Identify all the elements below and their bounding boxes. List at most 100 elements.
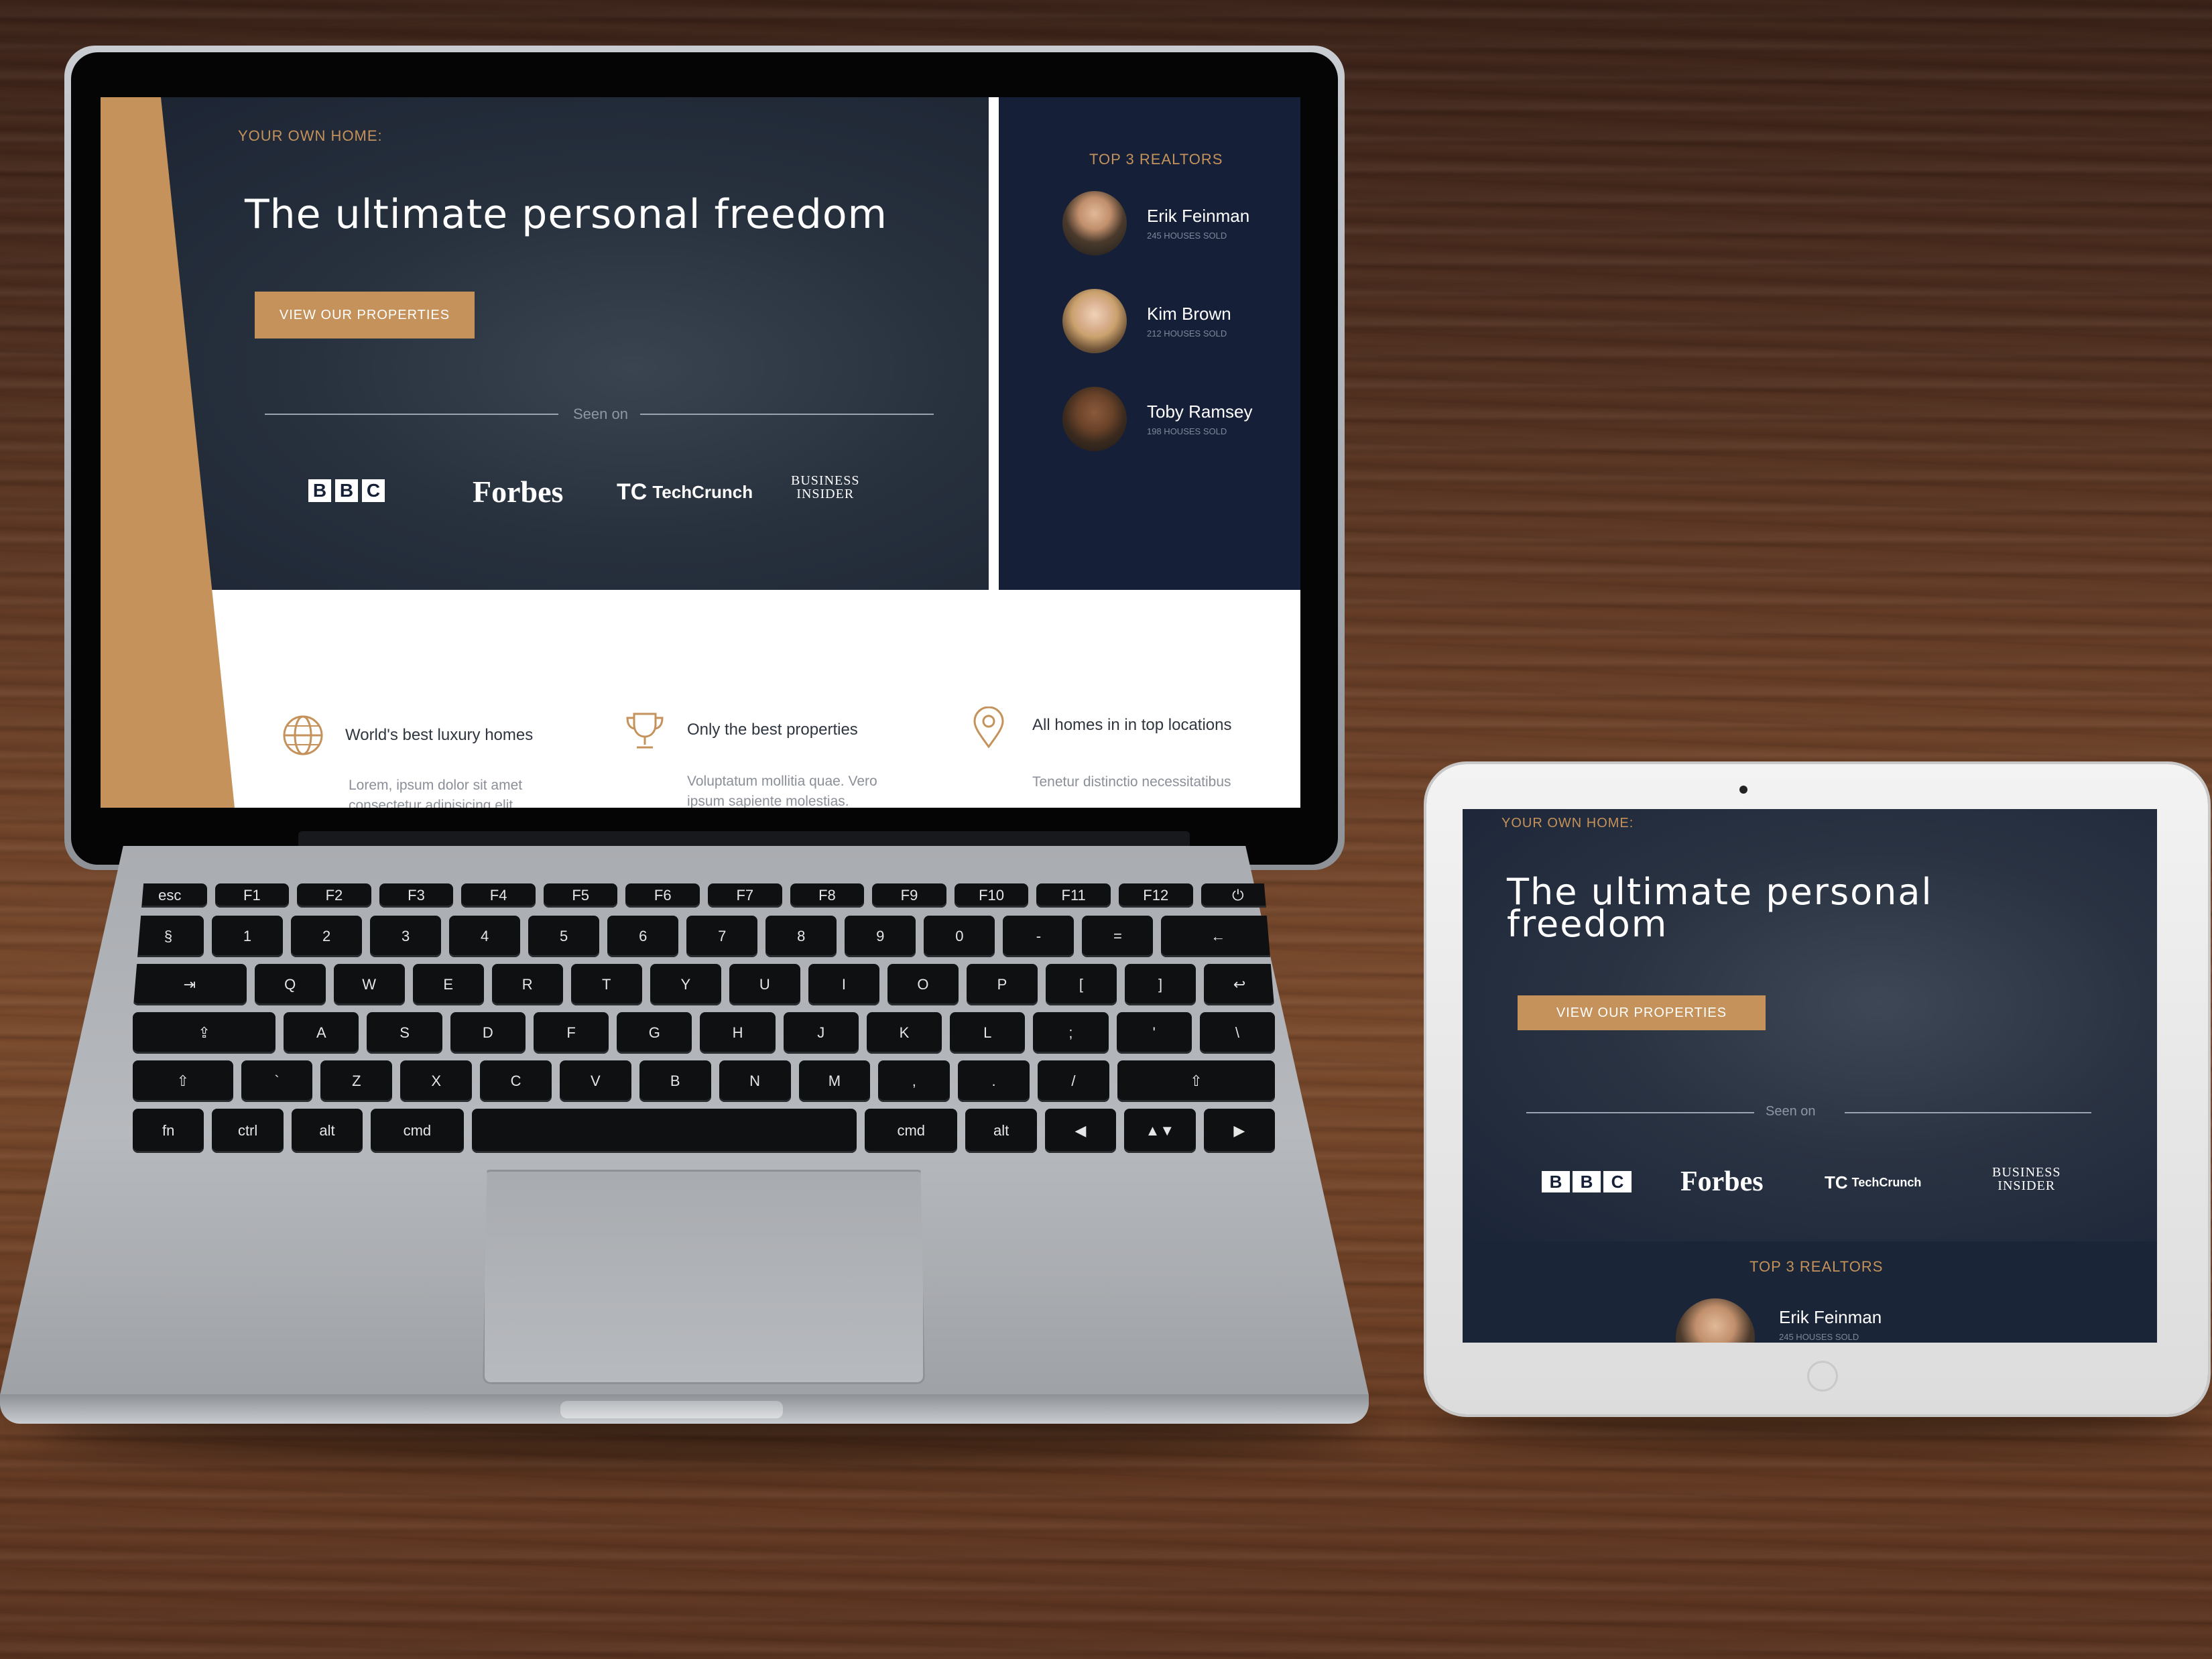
trackpad[interactable] — [483, 1170, 925, 1384]
key[interactable]: D — [450, 1012, 526, 1054]
view-properties-button[interactable]: VIEW OUR PROPERTIES — [1518, 995, 1766, 1030]
key[interactable]: X — [400, 1060, 473, 1102]
arrow-left-key[interactable]: ◀ — [1044, 1109, 1117, 1153]
key[interactable]: F — [533, 1012, 609, 1054]
key[interactable]: 4 — [449, 916, 521, 957]
home-button[interactable] — [1807, 1361, 1838, 1392]
bbc-logo: BBC — [308, 479, 389, 502]
key[interactable]: T — [570, 964, 642, 1005]
key[interactable]: 6 — [607, 916, 679, 957]
key[interactable]: . — [958, 1060, 1030, 1102]
key[interactable]: ` — [241, 1060, 313, 1102]
alt-key[interactable]: alt — [291, 1109, 363, 1153]
seen-on-divider-right — [1845, 1112, 2091, 1113]
key[interactable]: § — [133, 916, 204, 957]
key[interactable]: K — [866, 1012, 942, 1054]
realtor-item[interactable]: Toby Ramsey 198 HOUSES SOLD — [1062, 387, 1253, 451]
key[interactable]: C — [480, 1060, 552, 1102]
seen-on-label: Seen on — [573, 406, 628, 422]
key[interactable]: S — [367, 1012, 442, 1054]
key[interactable]: esc — [133, 883, 207, 908]
key[interactable]: 1 — [212, 916, 284, 957]
space-bar[interactable] — [471, 1109, 857, 1153]
return-key[interactable]: ↩ — [1204, 964, 1276, 1005]
cmd-key[interactable]: cmd — [865, 1109, 958, 1153]
key[interactable]: J — [783, 1012, 859, 1054]
key[interactable]: \ — [1199, 1012, 1276, 1054]
realtors-title: TOP 3 REALTORS — [1089, 151, 1223, 168]
shift-key[interactable]: ⇧ — [133, 1060, 233, 1102]
key[interactable]: F6 — [625, 883, 700, 908]
realtors-title: TOP 3 REALTORS — [1749, 1258, 1884, 1275]
desk-scene: YOUR OWN HOME: The ultimate personal fre… — [0, 0, 2212, 1659]
key[interactable]: Z — [320, 1060, 393, 1102]
key[interactable]: F7 — [708, 883, 782, 908]
key[interactable]: H — [700, 1012, 776, 1054]
key[interactable]: F4 — [461, 883, 536, 908]
view-properties-button[interactable]: VIEW OUR PROPERTIES — [255, 292, 475, 339]
key[interactable]: 3 — [370, 916, 442, 957]
key[interactable]: [ — [1045, 964, 1117, 1005]
tab-key[interactable]: ⇥ — [133, 964, 247, 1005]
key[interactable]: F8 — [790, 883, 865, 908]
key[interactable]: 2 — [291, 916, 363, 957]
cmd-key[interactable]: cmd — [371, 1109, 464, 1153]
realtor-item[interactable]: Erik Feinman 245 HOUSES SOLD — [1676, 1298, 1882, 1343]
key[interactable]: = — [1082, 916, 1154, 957]
ctrl-key[interactable]: ctrl — [212, 1109, 284, 1153]
key[interactable]: I — [808, 964, 879, 1005]
key[interactable]: N — [719, 1060, 791, 1102]
key[interactable]: G — [617, 1012, 692, 1054]
key[interactable]: F3 — [379, 883, 454, 908]
arrow-up-down-key[interactable]: ▲▼ — [1124, 1109, 1196, 1153]
key[interactable]: V — [559, 1060, 631, 1102]
key[interactable]: U — [729, 964, 800, 1005]
shift-key[interactable]: ⇧ — [1117, 1060, 1275, 1102]
fn-key[interactable]: fn — [133, 1109, 204, 1153]
key[interactable]: F9 — [872, 883, 946, 908]
realtor-item[interactable]: Erik Feinman 245 HOUSES SOLD — [1062, 191, 1249, 255]
tablet-screen: YOUR OWN HOME: The ultimate personal fre… — [1463, 809, 2157, 1343]
alt-key[interactable]: alt — [965, 1109, 1037, 1153]
key[interactable]: Y — [650, 964, 721, 1005]
hero-section — [101, 97, 989, 590]
key[interactable]: R — [491, 964, 563, 1005]
key[interactable]: ; — [1033, 1012, 1109, 1054]
globe-icon — [283, 715, 323, 755]
key[interactable]: F1 — [214, 883, 290, 908]
key[interactable]: P — [966, 964, 1038, 1005]
realtor-item[interactable]: Kim Brown 212 HOUSES SOLD — [1062, 289, 1231, 353]
key[interactable]: O — [887, 964, 959, 1005]
key[interactable]: L — [950, 1012, 1026, 1054]
key[interactable]: / — [1038, 1060, 1109, 1102]
key[interactable]: ' — [1116, 1012, 1192, 1054]
key[interactable]: W — [333, 964, 405, 1005]
key[interactable]: M — [798, 1060, 871, 1102]
avatar — [1062, 191, 1127, 255]
key[interactable]: F2 — [297, 883, 371, 908]
caps-lock-key[interactable]: ⇪ — [133, 1012, 276, 1054]
key[interactable]: F12 — [1118, 883, 1193, 908]
key[interactable]: Q — [254, 964, 326, 1005]
laptop-keyboard[interactable]: esc F1 F2 F3 F4 F5 F6 F7 F8 F9 F10 F11 F… — [121, 878, 1287, 1160]
key[interactable]: 9 — [845, 916, 916, 957]
key[interactable]: E — [412, 964, 484, 1005]
techcrunch-logo: TC TechCrunch — [1825, 1172, 1922, 1192]
key[interactable]: F11 — [1036, 883, 1111, 908]
key[interactable]: A — [284, 1012, 359, 1054]
laptop-lid-notch — [560, 1401, 783, 1418]
key[interactable]: B — [639, 1060, 711, 1102]
key[interactable]: 7 — [686, 916, 758, 957]
key[interactable]: 5 — [528, 916, 600, 957]
avatar — [1062, 289, 1127, 353]
key[interactable]: F10 — [954, 883, 1029, 908]
arrow-right-key[interactable]: ▶ — [1203, 1109, 1276, 1153]
key[interactable]: , — [878, 1060, 950, 1102]
backspace-key[interactable]: ← — [1161, 916, 1276, 957]
key[interactable]: 0 — [924, 916, 995, 957]
key[interactable]: ] — [1124, 964, 1196, 1005]
power-key[interactable]: ⏻ — [1201, 883, 1276, 908]
key[interactable]: 8 — [765, 916, 837, 957]
key[interactable]: - — [1003, 916, 1074, 957]
key[interactable]: F5 — [543, 883, 618, 908]
